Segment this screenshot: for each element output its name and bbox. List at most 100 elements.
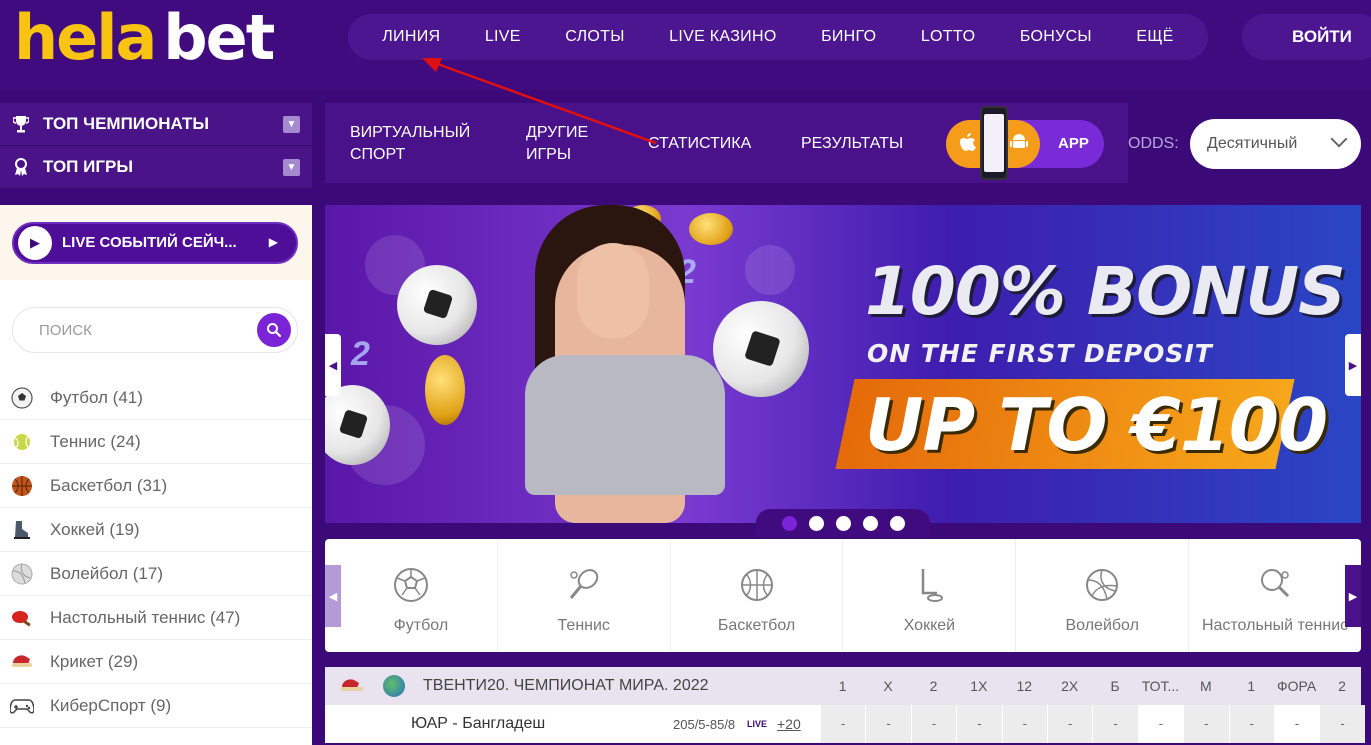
apple-icon[interactable] — [960, 133, 976, 156]
odds-format-select[interactable]: Десятичный — [1190, 119, 1361, 169]
slide-dot[interactable] — [862, 515, 878, 531]
top-championships-row[interactable]: ТОП ЧЕМПИОНАТЫ ▼ — [0, 103, 312, 146]
search-button[interactable] — [257, 313, 291, 347]
subnav-other-games[interactable]: ДРУГИЕ ИГРЫ — [526, 122, 588, 166]
basketball-icon — [739, 565, 775, 605]
banner-pagination — [756, 509, 930, 537]
carousel-item-basketball[interactable]: Баскетбол — [671, 539, 844, 652]
nav-live-casino[interactable]: LIVE КАЗИНО — [669, 28, 776, 46]
soccer-ball-image — [397, 265, 477, 345]
more-markets-link[interactable]: +20 — [777, 716, 811, 732]
odds-cell[interactable]: - — [1273, 705, 1320, 743]
nav-live[interactable]: LIVE — [485, 28, 521, 46]
chevron-down-icon[interactable]: ▼ — [283, 159, 300, 176]
carousel-label: Теннис — [557, 617, 610, 634]
sport-label: КиберСпорт (9) — [50, 695, 172, 715]
banner-amount: UP TO €100 — [865, 383, 1328, 467]
column-header: ФОРА — [1276, 678, 1317, 694]
odds-cell[interactable]: - — [1319, 705, 1365, 743]
sport-item-table-tennis[interactable]: Настольный теннис (47) — [0, 596, 312, 640]
table-tennis-icon — [10, 606, 34, 630]
slide-dot[interactable] — [808, 515, 824, 531]
logo[interactable]: hela bet — [14, 6, 275, 70]
sport-label: Настольный теннис (47) — [50, 607, 241, 627]
trophy-icon — [12, 115, 30, 133]
sport-item-tennis[interactable]: Теннис (24) — [0, 420, 312, 464]
sport-item-football[interactable]: Футбол (41) — [0, 376, 312, 420]
subnav-results[interactable]: РЕЗУЛЬТАТЫ — [801, 133, 903, 155]
slide-dot[interactable] — [835, 515, 851, 531]
live-events-button[interactable]: ▶ LIVE СОБЫТИЙ СЕЙЧ... ▶ — [12, 221, 298, 264]
coin-image — [425, 355, 465, 425]
basketball-icon — [10, 474, 34, 498]
cricket-icon — [339, 673, 365, 699]
chevron-down-icon[interactable]: ▼ — [283, 116, 300, 133]
login-button[interactable]: ВОЙТИ — [1242, 14, 1371, 60]
promo-banner[interactable]: 2 2 100% BONUS ON THE FIRST DEPOSIT UP T… — [325, 205, 1361, 523]
odds-cell[interactable]: - — [1001, 705, 1047, 743]
column-header: М — [1199, 678, 1212, 694]
carousel-label: Настольный теннис — [1201, 617, 1349, 634]
search-input[interactable] — [39, 321, 239, 339]
carousel-label: Баскетбол — [717, 617, 796, 634]
odds-cell[interactable]: - — [865, 705, 911, 743]
slide-dot[interactable] — [781, 515, 797, 531]
sport-item-cricket[interactable]: Крикет (29) — [0, 640, 312, 684]
subnav-line: ИГРЫ — [526, 146, 571, 163]
sport-label: Баскетбол (31) — [50, 475, 168, 495]
sport-item-volleyball[interactable]: Волейбол (17) — [0, 552, 312, 596]
nav-lotto[interactable]: LOTTO — [921, 28, 976, 46]
sport-item-esports[interactable]: КиберСпорт (9) — [0, 684, 312, 728]
top-games-row[interactable]: ТОП ИГРЫ ▼ — [0, 146, 312, 189]
sport-item-hockey[interactable]: Хоккей (19) — [0, 508, 312, 552]
subnav-line: ВИРТУАЛЬНЫЙ — [350, 124, 471, 141]
subnav-virtual-sport[interactable]: ВИРТУАЛЬНЫЙ СПОРТ — [350, 122, 470, 166]
column-header: 2 — [1338, 678, 1346, 694]
live-events-box: ▶ LIVE СОБЫТИЙ СЕЙЧ... ▶ — [0, 205, 312, 280]
play-icon: ▶ — [18, 225, 52, 260]
logo-part2: bet — [163, 1, 275, 74]
left-sidebar: ▶ LIVE СОБЫТИЙ СЕЙЧ... ▶ Футбол (41) Тен… — [0, 205, 312, 745]
carousel-item-football[interactable]: Футбол — [325, 539, 498, 652]
carousel-item-tennis[interactable]: Теннис — [498, 539, 671, 652]
live-badge: LIVE — [747, 719, 768, 729]
odds-cell[interactable]: - — [956, 705, 1002, 743]
sports-list: Футбол (41) Теннис (24) Баскетбол (31) Х… — [0, 376, 312, 728]
nav-bingo[interactable]: БИНГО — [821, 28, 876, 46]
odds-cells: - - - - - - - - - - - - — [820, 705, 1365, 743]
sport-item-basketball[interactable]: Баскетбол (31) — [0, 464, 312, 508]
banner-subline: ON THE FIRST DEPOSIT — [867, 339, 1213, 368]
carousel-item-hockey[interactable]: Хоккей — [843, 539, 1017, 652]
globe-icon — [383, 675, 405, 697]
carousel-item-table-tennis[interactable]: Настольный теннис — [1189, 539, 1361, 652]
odds-cell[interactable]: - — [820, 705, 866, 743]
match-teams[interactable]: ЮАР - Бангладеш — [411, 715, 673, 733]
nav-bonuses[interactable]: БОНУСЫ — [1020, 28, 1092, 46]
league-header[interactable]: ТВЕНТИ20. ЧЕМПИОНАТ МИРА. 2022 1 X 2 1X … — [325, 667, 1361, 705]
match-score: 205/5-85/8 — [673, 716, 736, 732]
odds-cell[interactable]: - — [1183, 705, 1229, 743]
logo-part1: hela — [14, 1, 157, 74]
odds-cell[interactable]: - — [1228, 705, 1274, 743]
subnav-statistics[interactable]: СТАТИСТИКА — [648, 133, 751, 155]
carousel-prev-button[interactable]: ◀ — [325, 565, 341, 627]
app-download-button[interactable]: APP — [946, 106, 1104, 180]
table-row[interactable]: ЮАР - Бангладеш 205/5-85/8 LIVE +20 - - … — [325, 705, 1365, 743]
slide-dot[interactable] — [889, 515, 905, 531]
android-icon[interactable] — [1010, 132, 1028, 155]
odds-cell[interactable]: - — [910, 705, 957, 743]
nav-more[interactable]: ЕЩЁ — [1136, 28, 1173, 46]
hockey-icon — [10, 518, 34, 542]
carousel-next-button[interactable]: ▶ — [1345, 565, 1361, 627]
odds-cell[interactable]: - — [1046, 705, 1093, 743]
subnav-line: СПОРТ — [350, 146, 406, 163]
medal-icon — [12, 158, 30, 176]
nav-slots[interactable]: СЛОТЫ — [565, 28, 624, 46]
odds-cell[interactable]: - — [1092, 705, 1138, 743]
banner-prev-button[interactable]: ◀ — [325, 334, 341, 396]
odds-cell[interactable]: - — [1137, 705, 1184, 743]
odds-format-value: Десятичный — [1207, 135, 1298, 152]
carousel-item-volleyball[interactable]: Волейбол — [1016, 539, 1190, 652]
nav-line[interactable]: ЛИНИЯ — [382, 28, 440, 46]
banner-next-button[interactable]: ▶ — [1345, 334, 1361, 396]
